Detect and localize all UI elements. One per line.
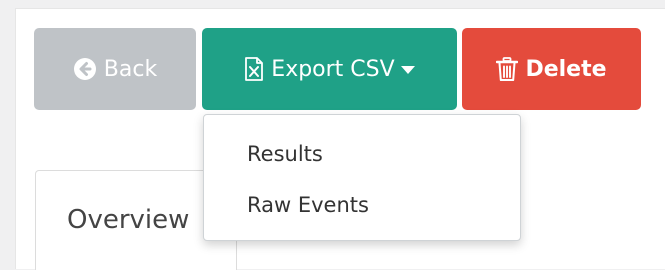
delete-button-label: Delete <box>525 56 607 82</box>
back-button[interactable]: Back <box>34 28 196 110</box>
file-excel-icon <box>244 57 264 81</box>
back-button-label: Back <box>103 56 158 82</box>
export-csv-button[interactable]: Export CSV <box>202 28 457 110</box>
caret-down-icon <box>400 66 415 74</box>
trash-icon <box>496 56 519 82</box>
delete-button[interactable]: Delete <box>462 28 641 110</box>
tab-overview-label: Overview <box>67 205 190 235</box>
menu-item-results[interactable]: Results <box>247 142 323 166</box>
export-dropdown-menu: Results Raw Events <box>203 114 521 241</box>
export-csv-button-label: Export CSV <box>271 56 395 82</box>
menu-item-raw-events[interactable]: Raw Events <box>247 193 369 217</box>
circle-arrow-left-icon <box>73 57 97 81</box>
